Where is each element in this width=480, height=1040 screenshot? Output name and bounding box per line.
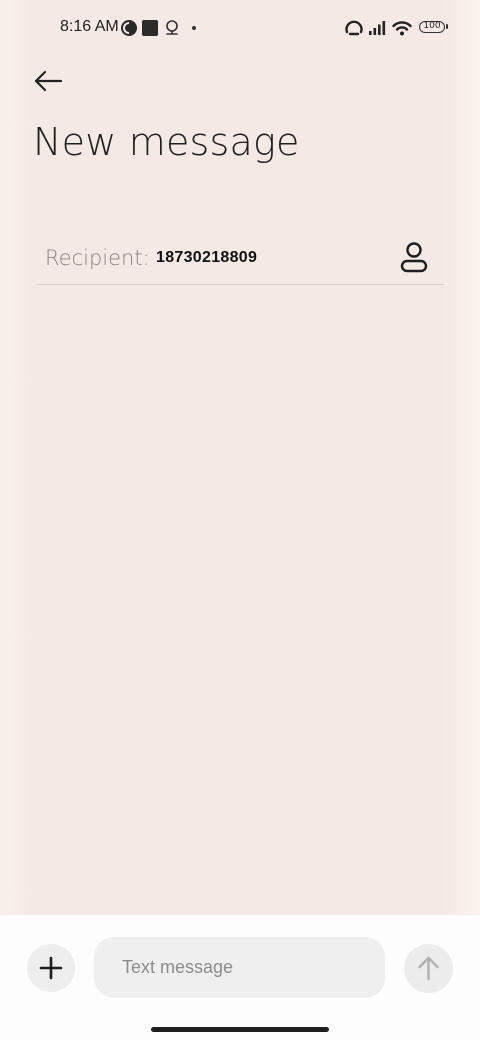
recipient-number[interactable]: 18730218809 bbox=[156, 249, 257, 267]
person-icon bbox=[396, 240, 432, 276]
status-time: 8:16 AM bbox=[60, 18, 119, 35]
signal-icon bbox=[368, 19, 388, 37]
alarm-icon bbox=[344, 19, 364, 37]
message-input[interactable] bbox=[94, 937, 385, 998]
arrow-up-icon bbox=[404, 944, 453, 993]
recipient-row[interactable]: Recipient: 18730218809 bbox=[36, 230, 444, 285]
battery-icon: 100 bbox=[419, 21, 448, 33]
dnd-icon bbox=[121, 20, 137, 36]
wifi-icon bbox=[392, 19, 412, 37]
home-indicator[interactable] bbox=[151, 1027, 329, 1032]
plus-icon bbox=[27, 944, 75, 992]
dot-icon bbox=[192, 26, 196, 30]
back-button[interactable] bbox=[28, 62, 68, 100]
location-icon bbox=[164, 19, 180, 37]
recipient-label: Recipient: bbox=[45, 246, 150, 270]
attach-button[interactable] bbox=[27, 944, 75, 992]
arrow-left-icon bbox=[28, 62, 68, 100]
select-contact-button[interactable] bbox=[396, 240, 432, 276]
right-edge-glow bbox=[440, 0, 480, 915]
composer-bar bbox=[0, 915, 480, 1040]
square-notification-icon bbox=[142, 20, 158, 36]
send-button[interactable] bbox=[404, 944, 453, 993]
page-title: New message bbox=[33, 120, 300, 164]
recipient-divider bbox=[36, 284, 444, 285]
status-bar: 8:16 AM 100 bbox=[0, 0, 480, 56]
